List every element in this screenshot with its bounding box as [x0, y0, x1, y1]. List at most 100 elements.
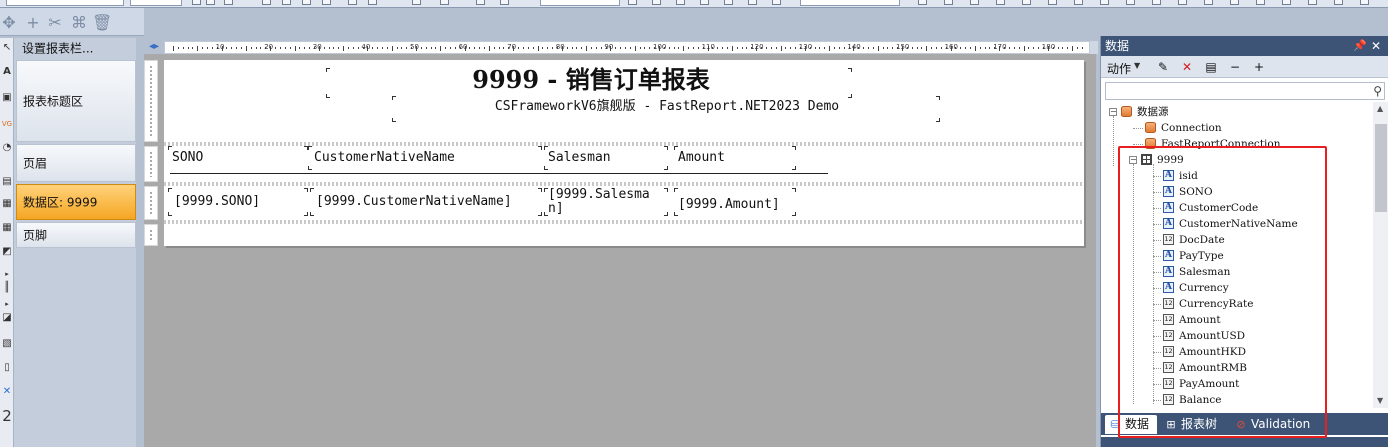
header-customer-native-name[interactable]: CustomerNativeName [310, 148, 542, 174]
toolbar-button[interactable] [476, 0, 485, 5]
chart-object-icon[interactable]: ◩ [1, 246, 13, 258]
toolbar-button[interactable] [1022, 0, 1031, 5]
font-combo[interactable] [6, 0, 124, 6]
svg-object-icon[interactable]: VG [1, 118, 13, 130]
scroll-thumb[interactable] [1375, 124, 1387, 212]
band-report-title[interactable]: 报表标题区 [16, 60, 136, 142]
toolbar-button[interactable] [918, 0, 927, 5]
toolbar-button[interactable] [1152, 0, 1161, 5]
band-handle-page-header[interactable] [144, 146, 158, 182]
expand-arrow-icon[interactable]: ▸ [1, 298, 13, 310]
toolbar-button[interactable] [224, 0, 233, 5]
border-color-button[interactable] [440, 0, 449, 5]
header-amount[interactable]: Amount [674, 148, 796, 174]
cell-amount[interactable]: [9999.Amount] [674, 188, 796, 220]
view-icon[interactable]: ▤ [1203, 59, 1219, 75]
collapse-icon[interactable]: − [1227, 59, 1243, 75]
toolbar-button[interactable] [368, 0, 377, 5]
toolbar-button[interactable] [628, 0, 637, 5]
matrix-icon[interactable]: ▯ [1, 362, 13, 374]
line-object-icon[interactable]: ◪ [1, 312, 13, 324]
data-search-input[interactable]: ⚲ [1105, 82, 1385, 100]
connector-icon[interactable]: ✕ [1, 386, 13, 398]
band-handle-report-title[interactable] [144, 60, 158, 142]
digit-icon[interactable]: 2 [1, 409, 13, 424]
band-handle-data[interactable] [144, 186, 158, 220]
scroll-down-icon[interactable]: ▼ [1377, 396, 1383, 405]
close-icon[interactable]: ✕ [1371, 36, 1381, 56]
delete-icon[interactable]: ✕ [1179, 59, 1195, 75]
toolbar-button[interactable] [1074, 0, 1083, 5]
toolbar-button[interactable] [348, 0, 357, 5]
chevron-down-icon[interactable]: ▼ [1134, 61, 1140, 70]
setup-bands-button[interactable]: 设置报表栏... [16, 38, 136, 58]
toolbar-button[interactable] [1178, 0, 1187, 5]
align-left-button[interactable] [262, 0, 271, 5]
toolbar-button[interactable] [970, 0, 979, 5]
picture-object-icon[interactable]: ▣ [1, 92, 13, 104]
toolbar-button[interactable] [206, 0, 215, 5]
tree-datasource-root[interactable]: − 数据源 [1109, 104, 1371, 120]
expand-arrow-icon[interactable]: ▸ [1, 268, 13, 280]
band-data[interactable]: 数据区: 9999 [16, 184, 136, 220]
header-salesman[interactable]: Salesman [544, 148, 668, 174]
pin-icon[interactable]: 📌 [1353, 36, 1367, 56]
style-combo[interactable] [540, 0, 620, 6]
expand-icon[interactable]: + [1251, 59, 1267, 75]
band-page-header[interactable]: 页眉 [16, 144, 136, 182]
trash-icon[interactable]: 🗑 [92, 14, 112, 32]
toolbar-button[interactable] [772, 0, 781, 5]
pointer-icon[interactable]: ↖ [1, 42, 13, 54]
group-icon[interactable]: ⌘ [70, 14, 88, 32]
toolbar-button[interactable] [944, 0, 953, 5]
cell-sono[interactable]: [9999.SONO] [170, 188, 306, 220]
scroll-up-icon[interactable]: ▲ [1377, 104, 1383, 113]
actions-menu[interactable]: 动作 [1107, 60, 1131, 77]
font-size-combo[interactable] [130, 0, 182, 6]
rich-text-icon[interactable]: ▧ [1, 338, 13, 350]
report-subtitle[interactable]: CSFrameworkV6旗舰版 - FastReport.NET2023 De… [394, 96, 940, 122]
band-handle-page-footer[interactable] [144, 224, 158, 246]
edit-icon[interactable]: ✎ [1155, 59, 1171, 75]
align-right-button[interactable] [302, 0, 311, 5]
toolbar-button[interactable] [1334, 0, 1343, 5]
document-object-icon[interactable]: ▦ [1, 198, 13, 210]
toolbar-button[interactable] [500, 0, 509, 5]
header-sono[interactable]: SONO [168, 148, 308, 174]
report-title[interactable]: 9999 - 销售订单报表 [328, 64, 854, 96]
toolbar-button[interactable] [1360, 0, 1369, 5]
toolbar-button[interactable] [1204, 0, 1213, 5]
cell-customer-native-name[interactable]: [9999.CustomerNativeName] [312, 188, 542, 220]
toolbar-button[interactable] [1048, 0, 1057, 5]
toolbar-button[interactable] [652, 0, 661, 5]
scissors-icon[interactable]: ✂ [46, 14, 64, 32]
toolbar-button[interactable] [676, 0, 685, 5]
table-object-icon[interactable]: ▦ [1, 222, 13, 234]
tree-scrollbar[interactable]: ▲ ▼ [1373, 102, 1388, 408]
justify-button[interactable] [322, 0, 331, 5]
toolbar-button[interactable] [1230, 0, 1239, 5]
barcode-object-icon[interactable]: ▤ [1, 176, 13, 188]
toolbar-button[interactable] [724, 0, 733, 5]
search-icon[interactable]: ⚲ [1373, 84, 1382, 98]
toolbar-button[interactable] [700, 0, 709, 5]
zoom-combo[interactable] [800, 0, 900, 6]
toolbar-button[interactable] [1256, 0, 1265, 5]
move-icon[interactable]: ✥ [0, 14, 18, 32]
toolbar-button[interactable] [1126, 0, 1135, 5]
ruler-toggle-icon[interactable]: ◂▸ [144, 40, 164, 54]
add-band-icon[interactable]: + [24, 14, 42, 32]
toolbar-button[interactable] [996, 0, 1005, 5]
text-object-icon[interactable]: A [1, 66, 13, 78]
toolbar-button[interactable] [748, 0, 757, 5]
band-page-footer[interactable]: 页脚 [16, 222, 136, 248]
align-center-button[interactable] [282, 0, 291, 5]
toolbar-button[interactable] [412, 0, 421, 5]
barcode-icon[interactable]: ║ [1, 282, 13, 294]
shape-object-icon[interactable]: ◔ [1, 142, 13, 154]
toolbar-button[interactable] [192, 0, 201, 5]
toolbar-button[interactable] [1282, 0, 1291, 5]
cell-salesman[interactable]: [9999.Salesma n] [544, 188, 666, 220]
collapse-icon[interactable]: − [1109, 108, 1117, 116]
tree-connection[interactable]: Connection [1145, 120, 1371, 136]
